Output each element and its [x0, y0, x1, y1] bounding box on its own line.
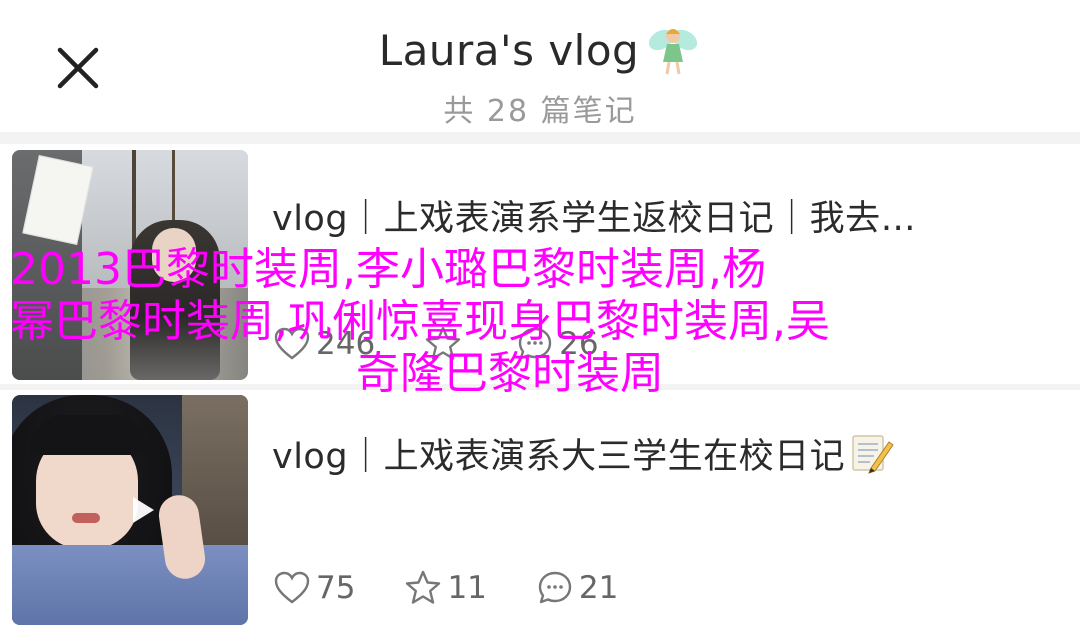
comment-icon	[538, 571, 572, 604]
like-count: 246	[316, 326, 376, 362]
note-thumbnail[interactable]	[12, 395, 248, 625]
page: Laura's vlog 共 28 篇笔记 vlog｜上戏表演系学生返校日记｜我…	[0, 0, 1080, 631]
memo-icon	[852, 435, 894, 474]
note-count: 共 28 篇笔记	[443, 94, 637, 129]
note-stats: 75 11 21	[272, 566, 666, 610]
note-title[interactable]: vlog｜上戏表演系学生返校日记｜我去…	[272, 190, 916, 241]
favorite-button[interactable]	[423, 324, 467, 364]
note-card[interactable]: vlog｜上戏表演系大三学生在校日记 75 11 21	[0, 390, 1080, 631]
play-icon[interactable]	[130, 495, 156, 525]
note-thumbnail[interactable]	[12, 150, 248, 380]
favorite-button[interactable]: 11	[403, 568, 487, 608]
comment-button[interactable]: 21	[535, 568, 618, 608]
title-block: Laura's vlog 共 28 篇笔记	[0, 22, 1080, 130]
like-count: 75	[316, 570, 356, 606]
note-stats: 246 26	[272, 322, 647, 366]
comment-icon	[518, 327, 552, 360]
comment-count: 21	[578, 570, 619, 606]
note-title-text: vlog｜上戏表演系大三学生在校日记	[272, 437, 846, 477]
favorite-count: 11	[447, 570, 487, 606]
comment-count: 26	[559, 326, 599, 362]
heart-icon	[274, 327, 310, 360]
note-card[interactable]: vlog｜上戏表演系学生返校日记｜我去… 246 26	[0, 144, 1080, 384]
star-icon	[406, 570, 441, 604]
heart-icon	[274, 571, 310, 604]
note-list: vlog｜上戏表演系学生返校日记｜我去… 246 26 vlog｜上戏表演系大三…	[0, 132, 1080, 631]
header: Laura's vlog 共 28 篇笔记	[0, 0, 1080, 132]
comment-button[interactable]: 26	[515, 324, 599, 364]
like-button[interactable]: 246	[272, 324, 375, 364]
note-title[interactable]: vlog｜上戏表演系大三学生在校日记	[272, 428, 895, 479]
fairy-icon	[649, 29, 698, 75]
page-title: Laura's vlog	[378, 25, 640, 75]
star-icon	[425, 326, 461, 360]
like-button[interactable]: 75	[272, 568, 355, 608]
